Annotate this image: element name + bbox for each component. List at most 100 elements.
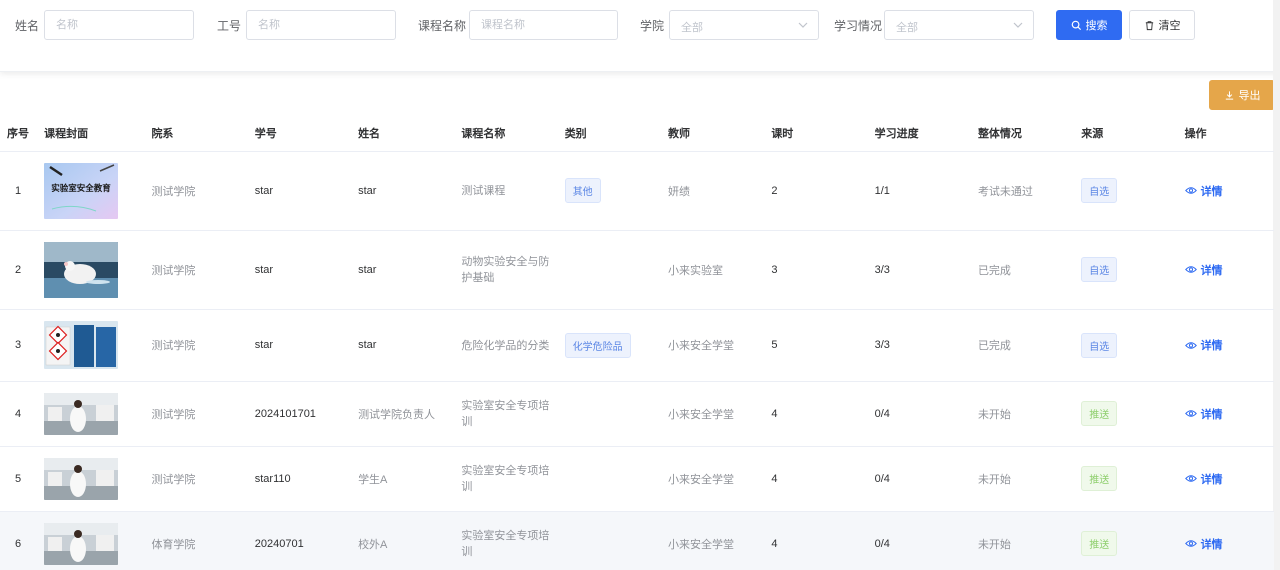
source-tag: 自选 xyxy=(1081,257,1118,282)
cover-cell xyxy=(36,446,144,512)
teacher-cell: 小来安全学堂 xyxy=(660,381,764,447)
course-name-text: 实验室安全专项培训 xyxy=(461,529,550,558)
teacher-cell: 小来安全学堂 xyxy=(660,309,764,382)
department-cell: 测试学院 xyxy=(143,446,247,512)
category-cell xyxy=(556,381,660,447)
progress-cell: 0/4 xyxy=(866,381,970,447)
header-overall-status: 整体情况 xyxy=(969,116,1074,152)
actions-cell: 详情 xyxy=(1176,230,1274,310)
eye-icon xyxy=(1184,266,1197,273)
course-study-table: 序号 课程封面 院系 学号 姓名 课程名称 类别 教师 课时 学习进度 整体情况… xyxy=(0,116,1274,570)
detail-link[interactable]: 详情 xyxy=(1184,183,1223,199)
source-cell: 自选 xyxy=(1073,309,1177,382)
college-select[interactable]: 全部 xyxy=(669,10,819,40)
overall-status-cell: 已完成 xyxy=(969,230,1074,310)
scrollbar[interactable] xyxy=(1273,0,1280,570)
detail-link-label: 详情 xyxy=(1200,473,1223,486)
course-name-cell: 危险化学品的分类 xyxy=(453,309,557,382)
college-label: 学院 xyxy=(640,19,665,33)
source-cell: 推送 xyxy=(1073,511,1177,570)
table-header-row: 序号 课程封面 院系 学号 姓名 课程名称 类别 教师 课时 学习进度 整体情况… xyxy=(0,116,1274,152)
course-name-cell: 实验室安全专项培训 xyxy=(453,446,557,512)
detail-link[interactable]: 详情 xyxy=(1184,262,1223,278)
eye-icon xyxy=(1184,341,1197,349)
source-cell: 推送 xyxy=(1073,446,1177,512)
search-button[interactable]: 搜索 xyxy=(1056,10,1122,40)
search-button-label: 搜索 xyxy=(1085,20,1108,32)
hours-cell: 4 xyxy=(763,511,867,570)
detail-link[interactable]: 详情 xyxy=(1184,406,1223,422)
student-id-cell: star110 xyxy=(246,446,351,512)
detail-link-label: 详情 xyxy=(1200,408,1223,421)
progress-cell: 3/3 xyxy=(866,230,970,310)
staff-no-label: 工号 xyxy=(217,19,242,33)
detail-link-label: 详情 xyxy=(1200,185,1223,198)
row-index: 5 xyxy=(0,446,37,512)
header-progress: 学习进度 xyxy=(866,116,970,152)
name-input[interactable] xyxy=(44,10,194,40)
header-name: 姓名 xyxy=(350,116,454,152)
eye-icon xyxy=(1184,410,1197,417)
row-index: 1 xyxy=(0,151,37,231)
header-student-id: 学号 xyxy=(246,116,351,152)
header-actions: 操作 xyxy=(1176,116,1274,152)
name-cell: star xyxy=(350,230,454,310)
row-index: 6 xyxy=(0,511,37,570)
header-index: 序号 xyxy=(0,116,37,152)
table-row: 4 测试学院 2024101701 测试学院负责人 实验室安全专项培训 小来安全… xyxy=(0,381,1274,447)
course-name-input[interactable] xyxy=(469,10,618,40)
hours-cell: 5 xyxy=(763,309,867,382)
table-row: 5 测试学院 star110 学生A 实验室安全专项培训 小来安全学堂 4 0/… xyxy=(0,446,1274,512)
source-tag: 推送 xyxy=(1081,531,1118,556)
department-cell: 测试学院 xyxy=(143,151,247,231)
source-tag: 自选 xyxy=(1081,178,1118,203)
download-icon xyxy=(1225,90,1233,100)
staff-no-input[interactable] xyxy=(246,10,396,40)
category-tag: 化学危险品 xyxy=(564,332,631,358)
progress-cell: 0/4 xyxy=(866,446,970,512)
header-department: 院系 xyxy=(143,116,247,152)
safety-education-cover: 实验室安全教育 xyxy=(44,162,119,219)
category-cell xyxy=(556,446,660,512)
overall-status-cell: 未开始 xyxy=(969,511,1074,570)
clear-button[interactable]: 清空 xyxy=(1129,10,1195,40)
student-id-cell: 20240701 xyxy=(246,511,351,570)
lab-worker-cover xyxy=(44,522,119,565)
name-cell: star xyxy=(350,309,454,382)
overall-status-cell: 未开始 xyxy=(969,381,1074,447)
course-name-cell: 测试课程 xyxy=(453,151,557,231)
filter-bar: 姓名 工号 课程名称 学院 全部 学习情况 全部 搜索 清空 xyxy=(0,0,1280,72)
study-status-select[interactable]: 全部 xyxy=(884,10,1034,40)
teacher-cell: 小来安全学堂 xyxy=(660,446,764,512)
department-cell: 测试学院 xyxy=(143,309,247,382)
cover-cell xyxy=(36,309,144,382)
category-cell xyxy=(556,511,660,570)
row-index: 2 xyxy=(0,230,37,310)
header-category: 类别 xyxy=(556,116,660,152)
category-cell: 其他 xyxy=(556,151,660,231)
course-name-text: 测试课程 xyxy=(461,184,506,197)
student-id-cell: star xyxy=(246,230,351,310)
course-name-label: 课程名称 xyxy=(418,19,467,33)
department-cell: 体育学院 xyxy=(143,511,247,570)
table-row: 1 实验室安全教育 测试学院 star star 测试课程 其他 妍绩 2 1/… xyxy=(0,151,1274,231)
progress-cell: 1/1 xyxy=(866,151,970,231)
hours-cell: 3 xyxy=(763,230,867,310)
category-cell xyxy=(556,230,660,310)
row-index: 4 xyxy=(0,381,37,447)
name-cell: 学生A xyxy=(350,446,454,512)
name-cell: 校外A xyxy=(350,511,454,570)
export-button[interactable]: 导出 xyxy=(1209,80,1275,110)
detail-link[interactable]: 详情 xyxy=(1184,337,1223,353)
overall-status-cell: 考试未通过 xyxy=(969,151,1074,231)
student-id-cell: star xyxy=(246,309,351,382)
actions-cell: 详情 xyxy=(1176,309,1274,382)
header-source: 来源 xyxy=(1073,116,1177,152)
detail-link[interactable]: 详情 xyxy=(1184,471,1223,487)
course-name-text: 动物实验安全与防护基础 xyxy=(461,255,550,284)
table-row: 6 体育学院 20240701 校外A 实验室安全专项培训 小来安全学堂 4 0… xyxy=(0,511,1274,570)
source-cell: 自选 xyxy=(1073,230,1177,310)
department-cell: 测试学院 xyxy=(143,381,247,447)
detail-link[interactable]: 详情 xyxy=(1184,536,1223,552)
eye-icon xyxy=(1184,540,1197,547)
